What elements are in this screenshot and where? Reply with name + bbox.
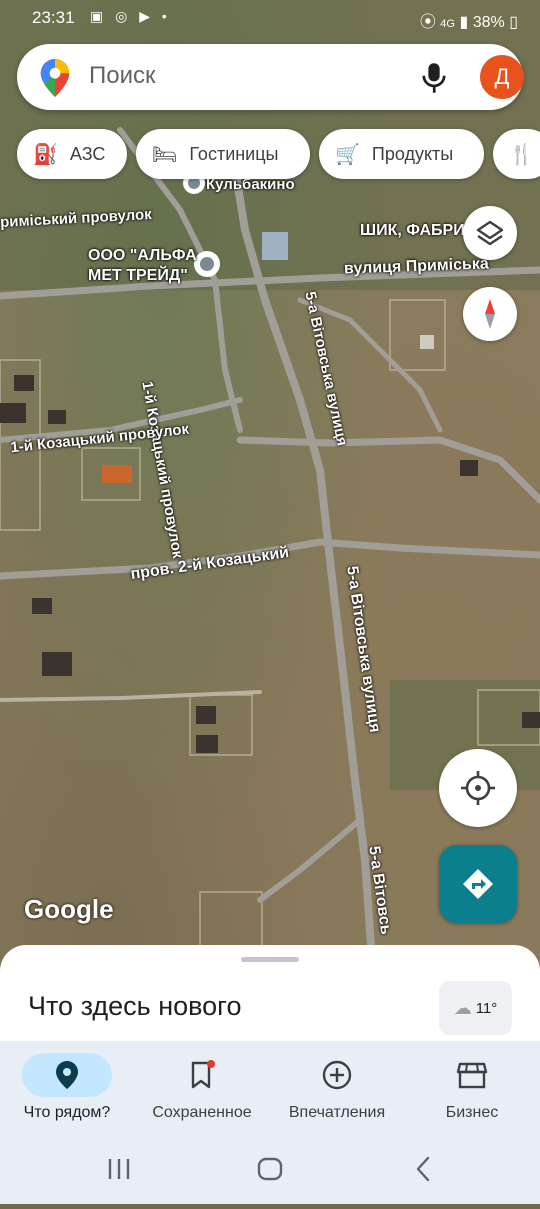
weather-temperature: 11° <box>475 999 498 1017</box>
status-right: ⦿ 4G ▮ 38% ▯ <box>420 8 518 32</box>
gas-station-icon: ⛽ <box>33 143 58 166</box>
my-location-button[interactable] <box>439 749 517 827</box>
location-status-icon: ⦿ <box>419 14 436 31</box>
status-time: 23:31 <box>32 8 75 27</box>
google-maps-pin-icon <box>40 59 70 97</box>
system-navigation-bar <box>0 1133 540 1204</box>
signal-type: 4G <box>440 18 455 30</box>
chip-restaurants[interactable]: 🍴 <box>493 129 540 179</box>
battery-percent: 38% <box>472 14 505 31</box>
nav-explore[interactable]: Что рядом? <box>2 1041 132 1133</box>
location-pin-icon <box>22 1053 112 1097</box>
compass-icon <box>485 299 495 329</box>
microphone-icon[interactable] <box>419 61 449 95</box>
nav-label: Что рядом? <box>23 1104 111 1121</box>
sheet-drag-handle[interactable] <box>241 957 299 962</box>
directions-button[interactable] <box>439 845 517 923</box>
cart-icon: 🛒 <box>335 143 360 166</box>
nav-business[interactable]: Бизнес <box>407 1041 537 1133</box>
add-circle-icon <box>292 1053 382 1097</box>
nav-contribute[interactable]: Впечатления <box>272 1041 402 1133</box>
chip-label: Продукты <box>371 143 454 164</box>
chip-label: Гостиницы <box>189 143 279 164</box>
chip-hotels[interactable]: 🛏 Гостиницы <box>136 129 310 179</box>
cloud-icon: ☁ <box>453 997 472 1018</box>
crosshair-icon <box>461 771 495 805</box>
account-avatar[interactable]: Д <box>480 55 524 99</box>
nav-saved[interactable]: Сохраненное <box>137 1041 267 1133</box>
nav-label: Сохраненное <box>152 1104 252 1121</box>
google-logo: Google <box>24 894 114 924</box>
search-input[interactable]: Поиск <box>89 62 156 90</box>
bottom-sheet[interactable]: Что здесь нового ☁ 11° <box>0 945 540 1045</box>
weather-chip[interactable]: ☁ 11° <box>439 981 512 1035</box>
bed-icon: 🛏 <box>152 143 178 166</box>
nav-label: Впечатления <box>288 1104 386 1121</box>
nav-label: Бизнес <box>445 1104 499 1121</box>
chip-groceries[interactable]: 🛒 Продукты <box>319 129 484 179</box>
search-bar[interactable]: Поиск Д <box>17 44 524 110</box>
map-label-shik[interactable]: ШИК, ФАБРИ <box>360 222 465 240</box>
bottom-navigation: Что рядом? Сохраненное Впечатления Бизне… <box>0 1041 540 1133</box>
layers-icon <box>476 220 504 246</box>
back-icon[interactable] <box>416 1156 430 1182</box>
recent-apps-icon[interactable] <box>108 1159 130 1179</box>
category-chips: ⛽ АЗС 🛏 Гостиницы 🛒 Продукты 🍴 <box>17 129 540 179</box>
compass-button[interactable] <box>463 287 517 341</box>
sheet-title: Что здесь нового <box>28 991 242 1021</box>
home-icon[interactable] <box>257 1157 283 1181</box>
bookmark-icon <box>157 1053 247 1097</box>
storefront-icon <box>427 1053 517 1097</box>
signal-icon: ▮ <box>459 14 469 31</box>
notification-icons: ▣ ◎ ▶ • <box>90 8 171 24</box>
restaurant-icon: 🍴 <box>509 143 534 166</box>
chip-label: АЗС <box>69 143 106 164</box>
status-bar: 23:31 ▣ ◎ ▶ • ⦿ 4G ▮ 38% ▯ <box>0 0 540 36</box>
chip-gas-stations[interactable]: ⛽ АЗС <box>17 129 127 179</box>
map-label-alfa-met[interactable]: ООО "АЛЬФА МЕТ ТРЕЙД" <box>88 246 197 286</box>
layers-button[interactable] <box>463 206 517 260</box>
directions-icon <box>463 869 493 899</box>
battery-icon: ▯ <box>509 14 518 31</box>
